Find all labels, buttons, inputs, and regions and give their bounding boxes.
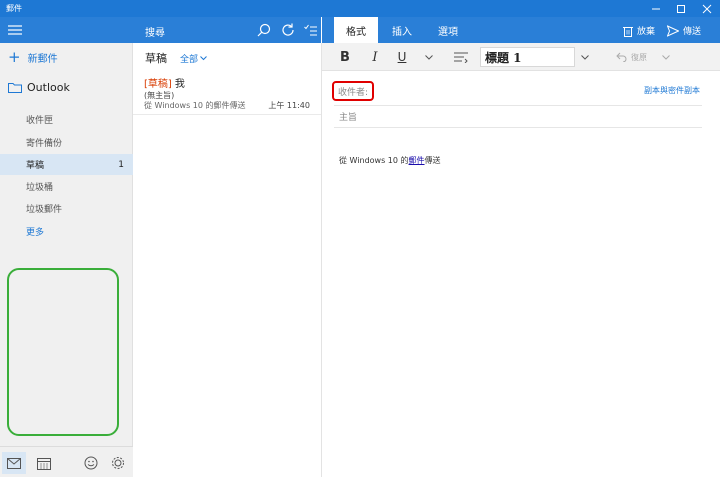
format-toolbar: B I U 標題 1 復原 — [322, 43, 720, 71]
nav-header — [0, 17, 133, 43]
paragraph-icon — [454, 51, 468, 63]
smiley-icon[interactable] — [79, 452, 103, 474]
tab-format[interactable]: 格式 — [334, 17, 378, 43]
folder-drafts[interactable]: 草稿 1 — [0, 154, 133, 175]
more-label: 更多 — [26, 228, 45, 238]
list-header: 搜尋 — [133, 17, 321, 43]
account-label: Outlook — [27, 80, 70, 94]
list-item[interactable]: [草稿] 我 (無主旨) 從 Windows 10 的郵件傳送 上午 11:40 — [133, 72, 321, 115]
style-value: 標題 1 — [485, 50, 522, 65]
to-label: 收件者: — [338, 87, 369, 98]
folder-title: 草稿 — [145, 52, 167, 65]
search-icon[interactable] — [257, 23, 271, 37]
paragraph-format-button[interactable] — [449, 43, 473, 71]
folder-label: 寄件備份 — [26, 139, 63, 149]
bold-button[interactable]: B — [332, 43, 358, 71]
folder-label: 垃圾桶 — [26, 183, 54, 193]
folder-label: 收件匣 — [26, 116, 54, 126]
folder-icon — [8, 82, 22, 93]
filter-dropdown[interactable]: 全部 — [180, 52, 207, 65]
chevron-down-icon — [425, 54, 433, 60]
message-sender: 我 — [174, 79, 185, 90]
body-text-suffix: 傳送 — [424, 156, 441, 165]
message-preview: 從 Windows 10 的郵件傳送 — [144, 101, 246, 110]
message-time: 上午 11:40 — [268, 101, 310, 110]
compose-area: 收件者: 副本與密件副本 主旨 從 Windows 10 的 郵件 傳送 — [322, 71, 720, 477]
compose-tabbar: 格式 插入 選項 放棄 傳送 — [322, 17, 720, 43]
chevron-down-icon — [581, 54, 589, 60]
account-outlook[interactable]: Outlook — [8, 79, 70, 95]
tab-options[interactable]: 選項 — [426, 17, 470, 43]
filter-label: 全部 — [180, 55, 199, 65]
style-select[interactable]: 標題 1 — [480, 47, 575, 67]
undo-icon — [615, 52, 627, 62]
maximize-button[interactable] — [668, 0, 694, 17]
highlight-box — [7, 268, 119, 436]
underline-button[interactable]: U — [389, 43, 415, 71]
undo-button[interactable]: 復原 — [608, 43, 654, 71]
message-body[interactable]: 從 Windows 10 的 郵件 傳送 — [339, 155, 441, 166]
nav-bottom-bar — [0, 446, 133, 477]
divider — [334, 127, 702, 128]
new-mail-button[interactable]: + 新郵件 — [8, 49, 58, 65]
chevron-down-icon — [200, 56, 207, 61]
sync-icon[interactable] — [281, 23, 295, 37]
folder-junk[interactable]: 垃圾郵件 — [0, 198, 133, 219]
search-box[interactable]: 搜尋 — [145, 24, 165, 39]
send-label: 傳送 — [683, 27, 702, 37]
discard-button[interactable]: 放棄 — [623, 24, 655, 37]
subject-field[interactable]: 主旨 — [339, 110, 357, 123]
draft-tag: [草稿] — [144, 79, 172, 90]
close-button[interactable] — [694, 0, 720, 17]
calendar-icon[interactable] — [32, 452, 56, 474]
select-mode-icon[interactable] — [304, 24, 318, 36]
minimize-button[interactable] — [643, 0, 669, 17]
undo-dropdown[interactable] — [656, 43, 676, 71]
folder-inbox[interactable]: 收件匣 — [0, 109, 133, 130]
discard-label: 放棄 — [637, 27, 656, 37]
tab-insert[interactable]: 插入 — [380, 17, 424, 43]
plus-icon: + — [8, 48, 21, 66]
send-button[interactable]: 傳送 — [667, 24, 701, 37]
folder-label: 垃圾郵件 — [26, 205, 63, 215]
style-dropdown[interactable] — [575, 43, 595, 71]
mail-icon[interactable] — [2, 452, 26, 474]
divider — [334, 105, 702, 106]
to-field[interactable]: 收件者: — [332, 81, 375, 101]
italic-button[interactable]: I — [362, 43, 388, 71]
cc-bcc-link[interactable]: 副本與密件副本 — [644, 85, 700, 96]
body-text-prefix: 從 Windows 10 的 — [339, 156, 409, 165]
folder-more[interactable]: 更多 — [0, 221, 133, 242]
chevron-down-icon — [662, 54, 670, 60]
undo-label: 復原 — [631, 52, 647, 62]
send-icon — [667, 24, 679, 37]
folder-deleted[interactable]: 垃圾桶 — [0, 176, 133, 197]
folder-label: 草稿 — [26, 161, 45, 171]
title-bar: 郵件 — [0, 0, 720, 17]
app-title: 郵件 — [6, 4, 22, 13]
hamburger-icon[interactable] — [8, 24, 22, 36]
new-mail-label: 新郵件 — [27, 53, 58, 65]
gear-icon[interactable] — [106, 452, 130, 474]
body-link[interactable]: 郵件 — [409, 155, 425, 166]
message-list: 草稿 全部 [草稿] 我 (無主旨) 從 Windows 10 的郵件傳送 上午… — [133, 43, 322, 477]
folder-count: 1 — [118, 159, 124, 170]
folder-sent[interactable]: 寄件備份 — [0, 132, 133, 153]
trash-icon — [623, 25, 633, 37]
underline-dropdown[interactable] — [419, 43, 439, 71]
